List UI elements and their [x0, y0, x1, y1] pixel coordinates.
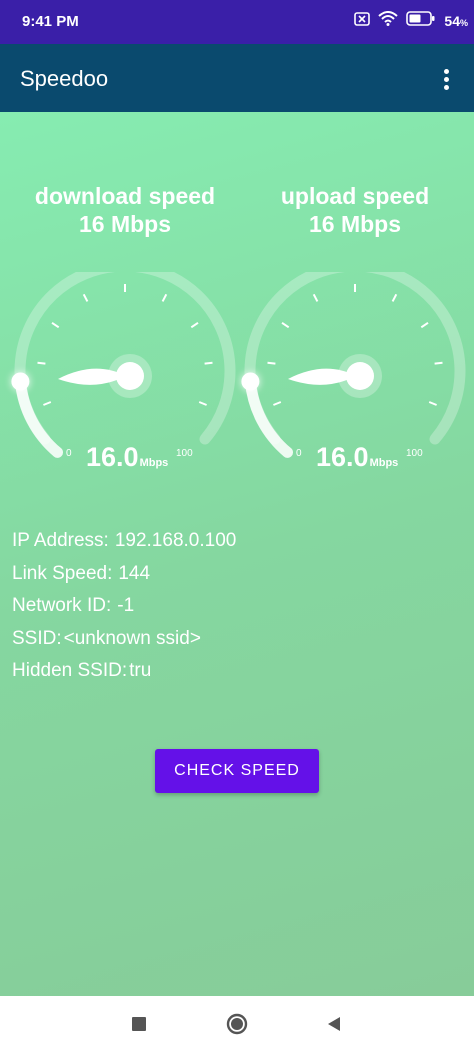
download-gauge-tick — [198, 401, 207, 406]
download-gauge-tick — [161, 293, 168, 302]
download-gauge-tick — [37, 361, 46, 365]
link-speed-row: Link Speed: 144 — [12, 563, 236, 596]
download-gauge-tick — [204, 361, 213, 365]
upload-scale-max: 100 — [406, 448, 423, 459]
ip-address-value: 192.168.0.100 — [114, 530, 237, 551]
hidden-ssid-value: tru — [129, 660, 152, 681]
upload-readout: 16.0Mbps — [316, 442, 398, 473]
upload-gauge-tick — [428, 401, 437, 406]
upload-gauge-tick — [434, 361, 443, 365]
battery-percentage: 54% — [444, 13, 468, 29]
back-triangle-icon — [328, 1017, 340, 1031]
ip-address-row: IP Address: 192.168.0.100 — [12, 530, 236, 563]
upload-gauge-tick — [281, 321, 290, 329]
ssid-row: SSID: <unknown ssid> — [12, 628, 236, 661]
download-gauge-tick — [82, 293, 89, 302]
upload-scale-min: 0 — [296, 448, 302, 459]
upload-gauge-progress — [244, 376, 293, 458]
download-readout: 16.0Mbps — [86, 442, 168, 473]
notification-off-icon — [354, 11, 371, 31]
upload-unit: Mbps — [369, 457, 399, 469]
upload-value: 16.0 — [316, 442, 369, 472]
download-gauge-tick — [43, 401, 52, 406]
download-title: download speed — [34, 183, 216, 209]
upload-speed-label: upload speed 16 Mbps — [230, 182, 474, 238]
network-id-label: Network ID: — [12, 595, 112, 616]
upload-needle-hub — [346, 362, 374, 390]
network-id-value: -1 — [117, 595, 135, 616]
status-icons: 54% — [354, 11, 468, 31]
download-scale-max: 100 — [176, 448, 193, 459]
ssid-label: SSID: — [12, 627, 62, 649]
download-level-dot — [11, 372, 30, 391]
home-circle-icon — [226, 1013, 248, 1035]
battery-icon — [406, 11, 436, 31]
main-content: download speed 16 Mbps 0 100 16.0Mbps up… — [0, 112, 474, 996]
upload-gauge-tick — [267, 361, 276, 365]
home-button[interactable] — [223, 1010, 251, 1038]
status-time: 9:41 PM — [22, 13, 79, 30]
upload-title: upload speed — [280, 183, 430, 209]
overflow-menu-button[interactable] — [430, 60, 464, 96]
download-unit: Mbps — [139, 457, 169, 469]
upload-gauge-tick — [312, 293, 319, 302]
ip-address-label: IP Address: — [12, 530, 109, 551]
download-needle-hub — [116, 362, 144, 390]
download-value: 16.0 — [86, 442, 139, 472]
download-gauge: download speed 16 Mbps 0 100 16.0Mbps — [0, 112, 237, 492]
upload-gauge-tick — [273, 401, 282, 406]
download-subtitle: 16 Mbps — [78, 211, 172, 237]
hidden-ssid-label: Hidden SSID: — [12, 660, 128, 681]
recents-square-icon — [132, 1017, 146, 1031]
check-speed-button[interactable]: CHECK SPEED — [155, 749, 319, 793]
download-gauge-tick — [190, 321, 199, 329]
ssid-value: <unknown ssid> — [63, 627, 201, 649]
network-id-row: Network ID: -1 — [12, 595, 236, 628]
download-gauge-progress — [14, 376, 63, 458]
upload-level-dot — [241, 372, 260, 391]
link-speed-label: Link Speed: — [12, 562, 113, 584]
status-bar: 9:41 PM 54% — [0, 0, 474, 44]
navigation-bar — [0, 996, 474, 1053]
hidden-ssid-row: Hidden SSID: tru — [12, 660, 236, 693]
link-speed-value: 144 — [118, 562, 151, 584]
download-scale-min: 0 — [66, 448, 72, 459]
upload-gauge: upload speed 16 Mbps 0 100 16.0Mbps — [230, 112, 467, 492]
recents-button[interactable] — [125, 1010, 153, 1038]
download-gauge-tick — [51, 321, 60, 329]
back-button[interactable] — [320, 1010, 348, 1038]
network-info: IP Address: 192.168.0.100 Link Speed: 144 … — [12, 530, 236, 693]
upload-gauge-tick — [420, 321, 429, 329]
upload-gauge-tick — [391, 293, 398, 302]
app-bar: Speedoo — [0, 44, 474, 112]
upload-subtitle: 16 Mbps — [308, 211, 402, 237]
download-speed-label: download speed 16 Mbps — [0, 182, 250, 238]
wifi-icon — [378, 11, 399, 31]
app-title: Speedoo — [20, 66, 109, 91]
